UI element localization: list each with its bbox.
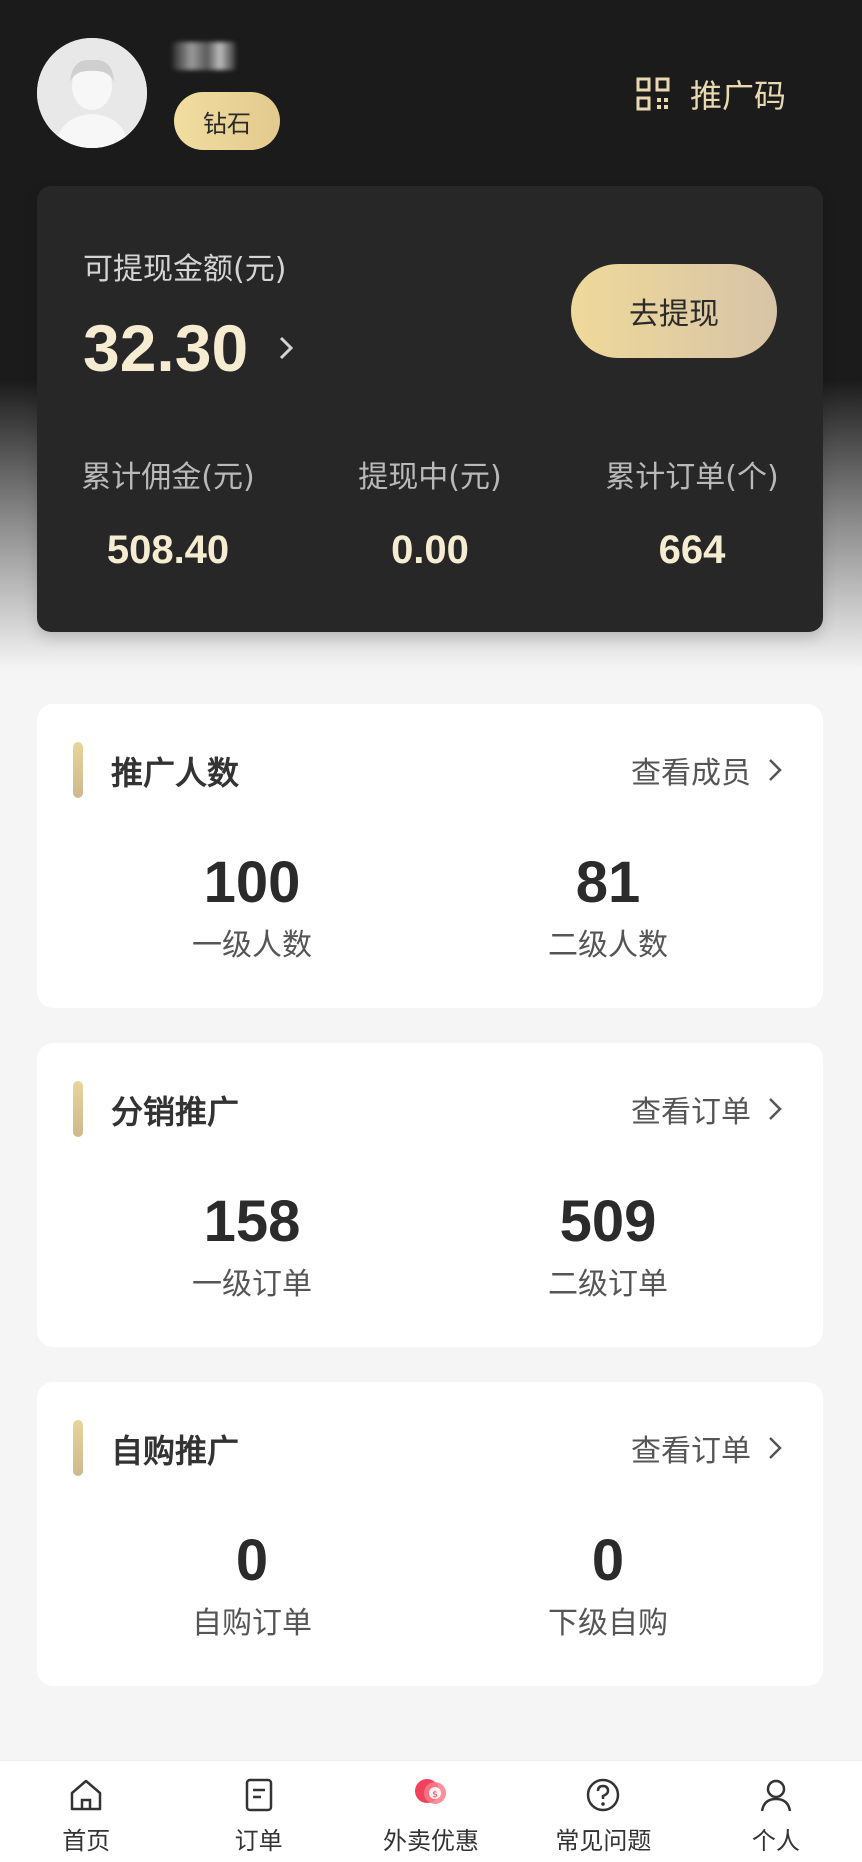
stat-label: 累计订单(个) xyxy=(605,460,779,495)
stat-value: 508.40 xyxy=(106,528,230,572)
link-label: 查看成员 xyxy=(631,756,751,791)
promo-code-button[interactable]: 推广码 xyxy=(636,72,786,116)
username-blurred xyxy=(172,42,236,70)
section-title: 推广人数 xyxy=(111,754,240,792)
chevron-right-icon xyxy=(769,1437,782,1459)
promo-code-label: 推广码 xyxy=(689,77,786,115)
view-orders-link[interactable]: 查看订单 xyxy=(631,1426,783,1470)
section-accent-bar xyxy=(73,1081,83,1137)
metric-value: 0 xyxy=(235,1528,269,1593)
avatar[interactable] xyxy=(37,38,147,148)
metric-value: 509 xyxy=(559,1189,657,1254)
metric-label: 下级自购 xyxy=(548,1606,668,1641)
metric-level1-orders[interactable]: 158 一级订单 xyxy=(74,1189,430,1303)
tab-label: 首页 xyxy=(62,1827,111,1855)
avatar-placeholder-icon xyxy=(37,38,147,148)
svg-text:$: $ xyxy=(432,1790,438,1800)
metric-label: 二级人数 xyxy=(548,928,668,963)
coupon-icon: $ xyxy=(415,1779,447,1804)
section-title: 分销推广 xyxy=(111,1093,240,1131)
tab-label: 常见问题 xyxy=(555,1827,652,1855)
chevron-right-icon xyxy=(769,1098,782,1120)
metric-label: 一级订单 xyxy=(192,1267,312,1302)
chevron-right-icon xyxy=(769,759,782,781)
metric-level2-orders[interactable]: 509 二级订单 xyxy=(430,1189,786,1303)
link-label: 查看订单 xyxy=(631,1434,751,1469)
stat-value: 0.00 xyxy=(391,528,469,572)
tab-label: 外卖优惠 xyxy=(383,1827,480,1855)
qr-code-icon xyxy=(636,77,670,111)
metric-level2-members[interactable]: 81 二级人数 xyxy=(430,850,786,964)
stat-label: 提现中(元) xyxy=(358,460,502,495)
home-icon xyxy=(70,1779,102,1811)
section-promoters: 推广人数 查看成员 100 一级人数 81 二级人数 xyxy=(37,704,823,1008)
order-icon xyxy=(245,1778,272,1812)
metric-self-orders[interactable]: 0 自购订单 xyxy=(74,1528,430,1642)
withdrawable-amount[interactable]: 32.30 xyxy=(83,310,296,386)
wallet-card: 可提现金额(元) 32.30 去提现 累计佣金(元) 508.40 提现中(元)… xyxy=(37,186,823,632)
section-accent-bar xyxy=(73,742,83,798)
metric-label: 一级人数 xyxy=(192,928,312,963)
tab-label: 订单 xyxy=(234,1827,283,1855)
link-label: 查看订单 xyxy=(631,1095,751,1130)
tab-takeout-deals[interactable]: $ 外卖优惠 xyxy=(345,1761,517,1862)
section-distribution: 分销推广 查看订单 158 一级订单 509 二级订单 xyxy=(37,1043,823,1347)
metric-label: 自购订单 xyxy=(192,1606,312,1641)
view-orders-link[interactable]: 查看订单 xyxy=(631,1087,783,1131)
stat-label: 累计佣金(元) xyxy=(81,460,255,495)
bottom-tab-bar: 首页 订单 $ 外卖优惠 常见问题 个人 xyxy=(0,1760,862,1862)
withdraw-button[interactable]: 去提现 xyxy=(571,264,777,358)
section-self-purchase: 自购推广 查看订单 0 自购订单 0 下级自购 xyxy=(37,1382,823,1686)
question-icon xyxy=(587,1778,620,1812)
metric-label: 二级订单 xyxy=(548,1267,668,1302)
stat-total-commission: 累计佣金(元) 508.40 xyxy=(37,452,299,573)
stat-withdrawing: 提现中(元) 0.00 xyxy=(299,452,561,573)
metric-level1-members[interactable]: 100 一级人数 xyxy=(74,850,430,964)
metric-value: 158 xyxy=(203,1189,301,1254)
section-accent-bar xyxy=(73,1420,83,1476)
tab-profile[interactable]: 个人 xyxy=(690,1761,862,1862)
metric-value: 0 xyxy=(591,1528,625,1593)
withdrawable-value: 32.30 xyxy=(83,311,249,385)
section-title: 自购推广 xyxy=(111,1432,240,1470)
metric-value: 100 xyxy=(203,850,301,915)
tab-home[interactable]: 首页 xyxy=(0,1761,172,1862)
wallet-stats: 累计佣金(元) 508.40 提现中(元) 0.00 累计订单(个) 664 xyxy=(37,452,823,573)
user-icon xyxy=(760,1779,792,1812)
tab-orders[interactable]: 订单 xyxy=(172,1761,344,1862)
tab-label: 个人 xyxy=(751,1827,800,1855)
metric-subordinate-self-orders[interactable]: 0 下级自购 xyxy=(430,1528,786,1642)
stat-value: 664 xyxy=(658,528,726,572)
stat-total-orders: 累计订单(个) 664 xyxy=(561,452,823,573)
level-badge: 钻石 xyxy=(174,92,280,150)
chevron-right-icon xyxy=(280,336,294,360)
withdrawable-label: 可提现金额(元) xyxy=(83,252,287,287)
view-members-link[interactable]: 查看成员 xyxy=(631,748,783,792)
metric-value: 81 xyxy=(575,850,641,915)
tab-faq[interactable]: 常见问题 xyxy=(517,1761,689,1862)
